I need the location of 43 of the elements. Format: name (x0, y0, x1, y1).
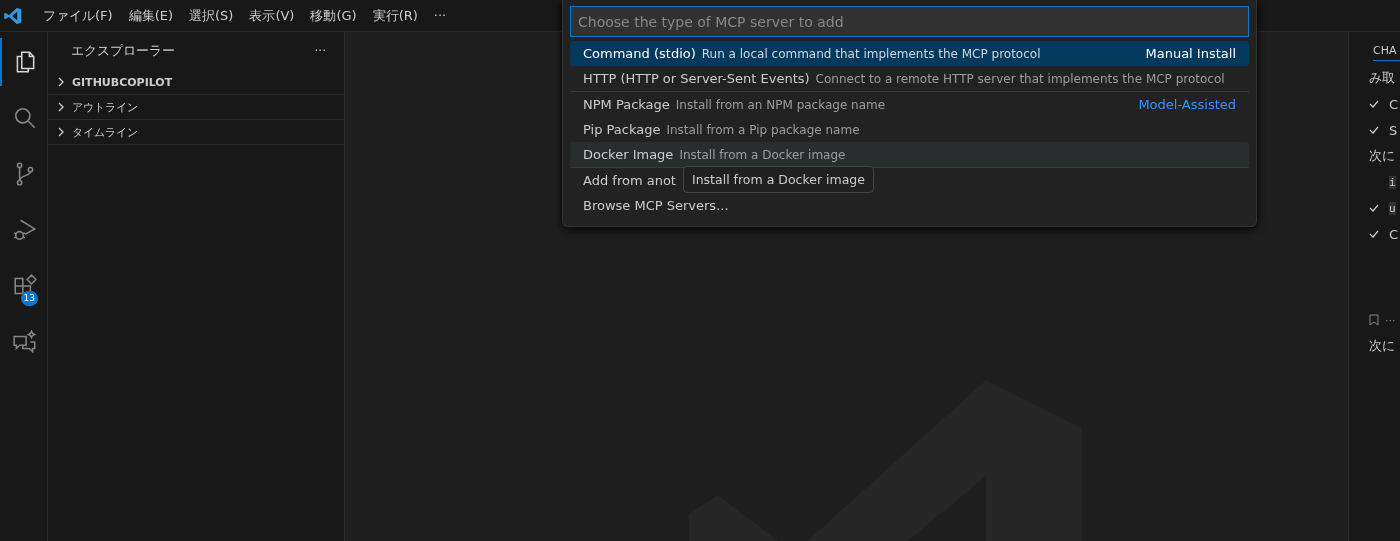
menu-item[interactable]: ファイル(F) (35, 6, 121, 25)
activity-bar-button[interactable]: 13 (0, 262, 47, 310)
count-badge: 13 (20, 291, 38, 306)
menu-item[interactable]: ··· (425, 8, 455, 23)
quick-pick-item[interactable]: Pip Package Install from a Pip package name (570, 117, 873, 142)
check-icon (1369, 126, 1379, 134)
code-snippet: i (1389, 175, 1396, 189)
quick-pick-item[interactable]: Browse MCP Servers... (570, 193, 742, 218)
chevron-icon (56, 102, 66, 112)
quick-pick-item[interactable]: NPM Package Install from an NPM package name Model-Assisted (570, 91, 1249, 117)
app-logo-icon (3, 5, 23, 26)
bookmark-icon[interactable] (1369, 314, 1379, 326)
menu-item[interactable]: 選択(S) (181, 6, 242, 25)
check-icon (1369, 100, 1379, 108)
check-icon (1369, 204, 1379, 212)
chat-text: 次に (1369, 337, 1396, 355)
chevron-icon (56, 77, 66, 87)
chat-text: み取 (1369, 69, 1396, 87)
chat-text: S (1389, 122, 1398, 138)
section-header[interactable]: GITHUBCOPILOT (48, 70, 344, 95)
menu-item[interactable]: 表示(V) (241, 6, 303, 25)
play-bug-icon (11, 217, 38, 243)
quick-pick-item[interactable]: Docker Image Install from a Docker image (570, 142, 1249, 167)
chevron-icon (56, 127, 66, 137)
menu-item[interactable]: 移動(G) (302, 6, 365, 25)
search-field[interactable]: Choose the type of MCP server to add (570, 6, 1249, 37)
menu-item[interactable]: 編集(E) (120, 6, 181, 25)
quick-pick-item[interactable]: HTTP (HTTP or Server-Sent Events) Connect to a remote HTTP server that implements the MCP protocol (570, 66, 1238, 91)
chat-text: C (1389, 226, 1399, 242)
more-actions-button[interactable]: ··· (1385, 313, 1396, 327)
chat-text: 次に (1369, 147, 1396, 165)
sidebar-title: エクスプローラー (71, 42, 175, 60)
more-actions-button[interactable]: ··· (314, 44, 326, 58)
chat-text: C (1389, 96, 1399, 112)
chat-tab[interactable]: CHA (1373, 44, 1400, 61)
section-header[interactable]: タイムライン (48, 120, 344, 145)
code-snippet: u (1389, 201, 1396, 215)
tooltip: Install from a Docker image (683, 166, 874, 193)
chat-sparkle-icon (11, 329, 38, 355)
section-header[interactable]: アウトライン (48, 95, 344, 120)
quick-pick-item[interactable]: Command (stdio) Run a local command that implements the MCP protocol Manual Install (570, 41, 1249, 66)
check-icon (1369, 230, 1379, 238)
menu-item[interactable]: 実行(R) (364, 6, 426, 25)
